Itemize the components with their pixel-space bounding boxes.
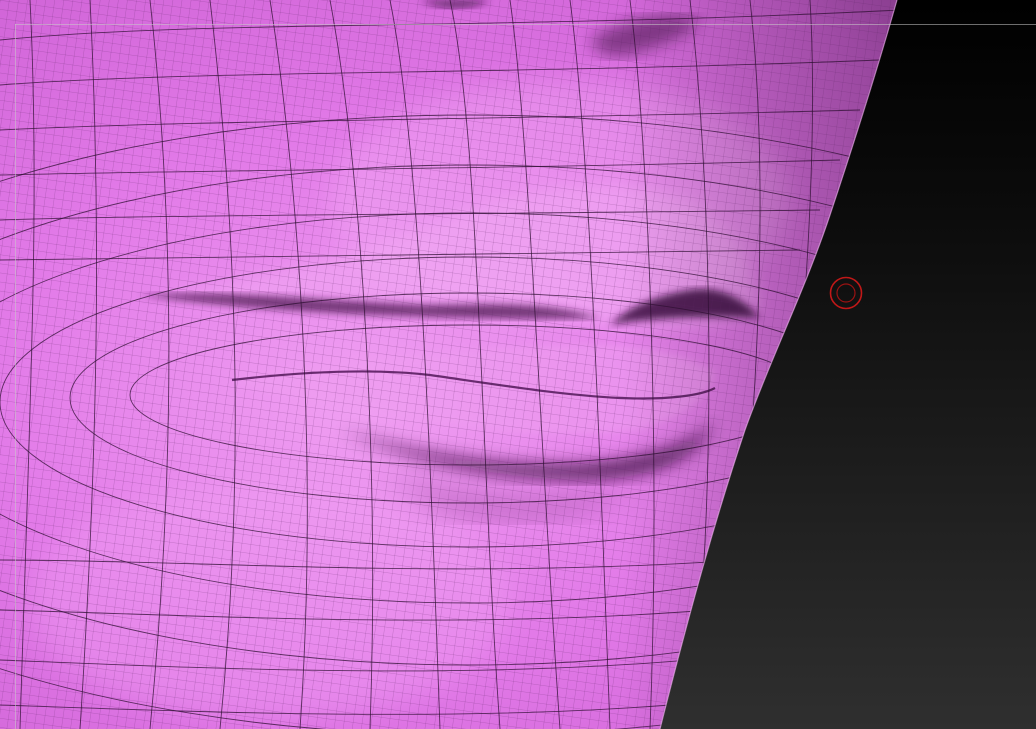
- sculpt-viewport[interactable]: [0, 0, 1036, 729]
- canvas-frame-left: [15, 24, 16, 729]
- canvas-frame-top: [15, 24, 1036, 25]
- viewport-canvas[interactable]: [0, 0, 1036, 729]
- brush-cursor-icon: [829, 276, 863, 310]
